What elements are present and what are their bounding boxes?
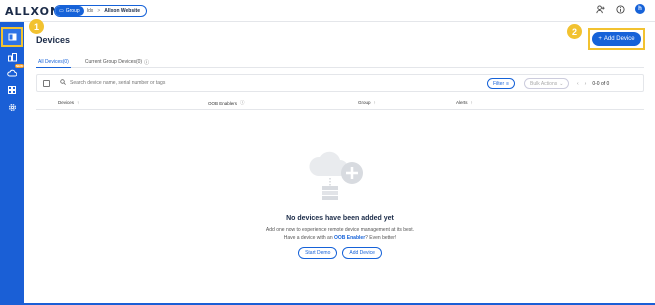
- top-bar: ALLXON ▭ Group Idx > Allxon Website h: [0, 0, 655, 22]
- add-device-highlight: + Add Device: [588, 28, 645, 50]
- breadcrumb-current[interactable]: Allxon Website: [101, 8, 146, 14]
- column-devices[interactable]: Devices ↑: [58, 100, 79, 105]
- step-marker-1: 1: [29, 19, 44, 34]
- sidebar-item-dashboard[interactable]: [1, 27, 23, 47]
- empty-state-illustration: [300, 148, 370, 203]
- filter-button[interactable]: Filter ≡: [487, 78, 516, 89]
- add-user-icon[interactable]: [595, 4, 605, 14]
- empty-state-line-1: Add one now to experience remote device …: [265, 227, 415, 233]
- pagination: ‹ › 0-0 of 0: [577, 78, 609, 89]
- allxon-logo[interactable]: ALLXON: [5, 5, 60, 18]
- plus-icon: +: [598, 36, 602, 42]
- sort-icon: ↑: [470, 100, 473, 105]
- top-icons: h: [595, 4, 645, 14]
- column-oob-enablers[interactable]: OOB Enablers ⓘ: [208, 100, 245, 106]
- chevron-right-icon[interactable]: ›: [585, 81, 587, 87]
- apps-icon: [8, 86, 16, 94]
- tab-current-group-devices[interactable]: Current Group Devices(0) ⓘ: [83, 54, 151, 68]
- tab-all-devices[interactable]: All Devices(0): [36, 54, 71, 68]
- new-badge: NEW: [15, 64, 24, 68]
- breadcrumb: ▭ Group Idx > Allxon Website: [54, 5, 147, 17]
- sidebar-item-apps[interactable]: [4, 83, 20, 97]
- select-all-checkbox[interactable]: [43, 79, 50, 87]
- info-icon: ⓘ: [144, 59, 150, 66]
- breadcrumb-segment[interactable]: Idx: [84, 8, 97, 14]
- settings-icon: [8, 103, 16, 111]
- empty-state-line-2: Have a device with an OOB Enabler? Even …: [283, 235, 397, 241]
- breadcrumb-group[interactable]: ▭ Group: [55, 6, 84, 16]
- add-device-button[interactable]: + Add Device: [592, 32, 641, 46]
- oob-enabler-link[interactable]: OOB Enabler: [334, 235, 365, 241]
- page-title: Devices: [36, 35, 71, 45]
- sidebar-item-settings[interactable]: [4, 100, 20, 114]
- dashboard-icon: [8, 33, 16, 41]
- sort-icon: ↑: [77, 100, 80, 105]
- sort-icon: ↑: [373, 100, 376, 105]
- chevron-left-icon[interactable]: ‹: [577, 81, 579, 87]
- start-demo-button[interactable]: Start Demo: [298, 247, 338, 259]
- empty-state-title: No devices have been added yet: [286, 215, 394, 222]
- cloud-icon: [7, 69, 17, 77]
- folder-icon: ▭: [59, 8, 64, 14]
- pagination-count: 0-0 of 0: [592, 80, 610, 87]
- chevron-down-icon: ⌄: [559, 80, 564, 87]
- search-input[interactable]: [70, 80, 370, 86]
- column-group[interactable]: Group ↑: [358, 100, 376, 105]
- sidebar-item-devices[interactable]: [4, 50, 20, 64]
- filter-icon: ≡: [506, 80, 510, 87]
- help-icon[interactable]: [615, 4, 625, 14]
- search-icon: [60, 79, 66, 87]
- step-marker-2: 2: [567, 24, 582, 39]
- empty-state-actions: Start Demo Add Device: [36, 247, 644, 259]
- devices-icon: [7, 52, 17, 61]
- sidebar: NEW: [0, 22, 24, 305]
- info-icon: ⓘ: [240, 100, 245, 105]
- device-toolbar: Filter ≡ Bulk Actions ⌄ ‹ › 0-0 of 0: [36, 74, 644, 92]
- table-header: Devices ↑ OOB Enablers ⓘ Group ↑ Alerts …: [36, 96, 644, 110]
- sidebar-item-cloud[interactable]: NEW: [4, 64, 24, 80]
- bulk-actions-button[interactable]: Bulk Actions ⌄: [524, 78, 570, 89]
- device-tabs: All Devices(0) Current Group Devices(0) …: [36, 54, 644, 68]
- add-device-secondary-button[interactable]: Add Device: [342, 247, 382, 259]
- column-alerts[interactable]: Alerts ↑: [456, 100, 473, 105]
- avatar[interactable]: h: [635, 4, 645, 14]
